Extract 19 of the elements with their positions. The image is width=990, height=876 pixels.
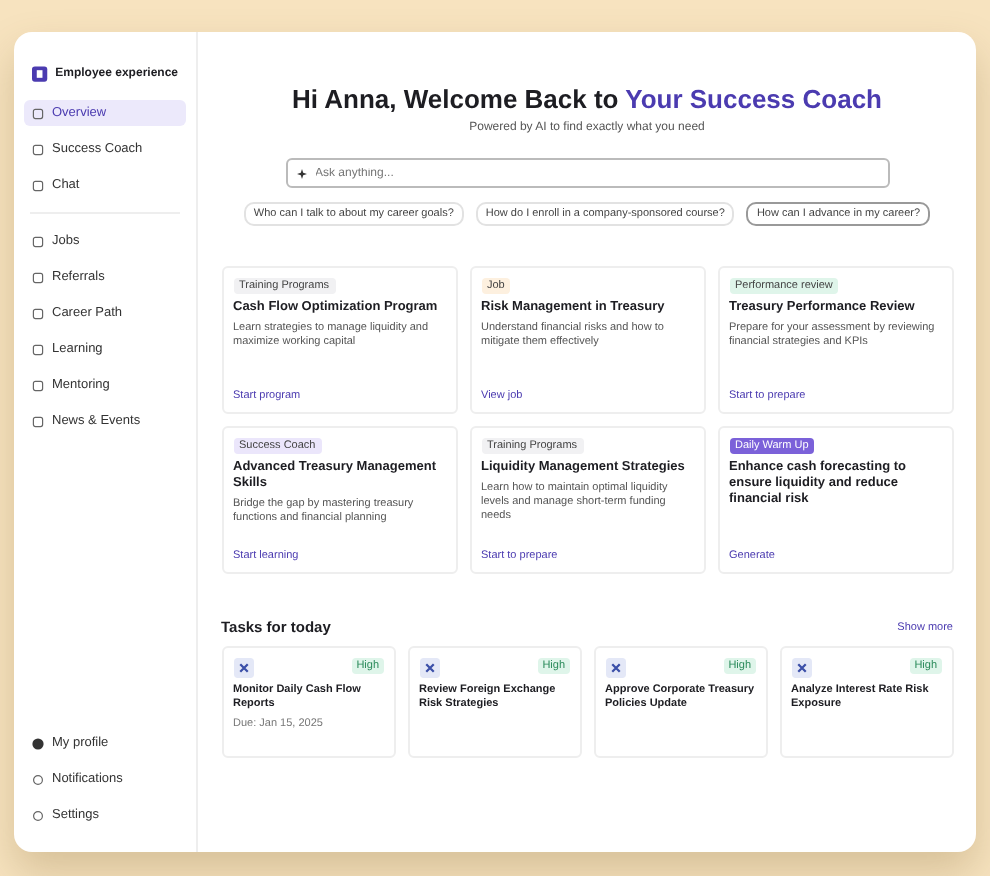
square-icon bbox=[32, 271, 44, 283]
document-icon bbox=[605, 658, 625, 678]
logo-icon bbox=[32, 64, 48, 84]
circle-icon bbox=[32, 773, 44, 785]
sparkle-icon bbox=[295, 167, 307, 179]
square-icon bbox=[32, 307, 44, 319]
square-icon bbox=[32, 343, 44, 355]
square-icon bbox=[32, 143, 44, 155]
square-icon bbox=[32, 107, 44, 119]
welcome-heading: Hi Anna, Welcome Back to Your Success Coach bbox=[291, 84, 882, 114]
square-icon bbox=[32, 379, 44, 391]
document-icon bbox=[791, 658, 811, 678]
square-icon bbox=[32, 179, 44, 191]
document-icon bbox=[233, 658, 253, 678]
avatar-icon bbox=[32, 737, 44, 749]
square-icon bbox=[32, 235, 44, 247]
square-icon bbox=[32, 415, 44, 427]
document-icon bbox=[419, 658, 439, 678]
circle-icon bbox=[32, 809, 44, 821]
